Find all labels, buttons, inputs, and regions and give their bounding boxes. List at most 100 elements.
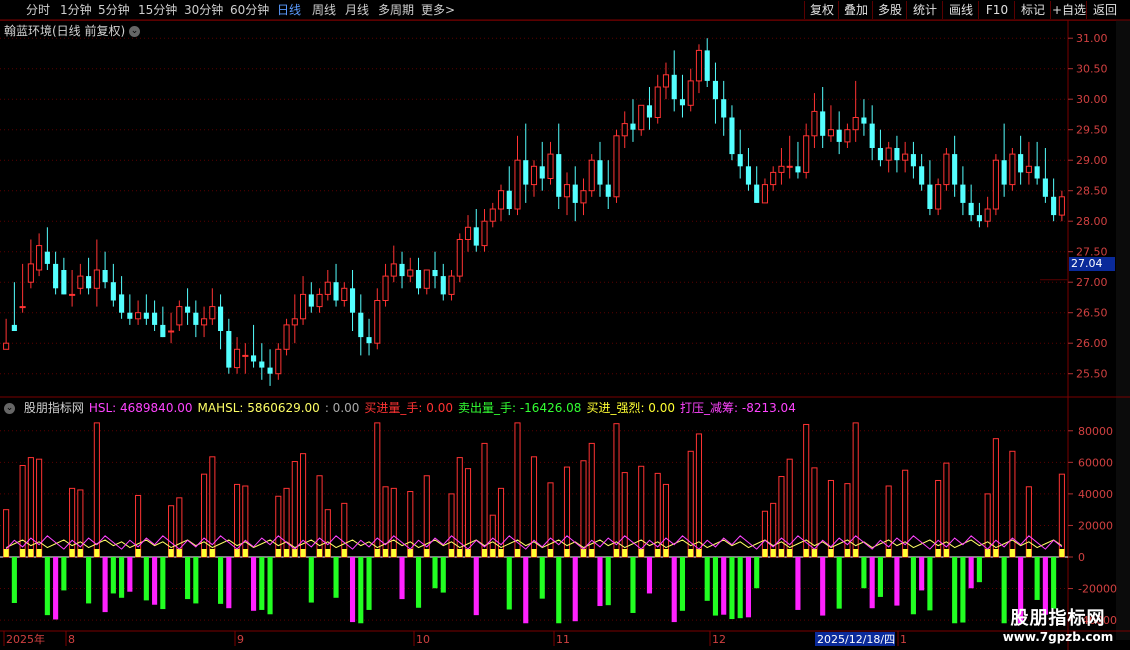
indicator-value-3: 买进量_手: 0.00 xyxy=(364,401,453,415)
volume-bar-strong xyxy=(325,549,331,557)
candle-body xyxy=(737,154,743,167)
volume-bar-sell xyxy=(1034,557,1040,600)
candle-body xyxy=(135,312,142,320)
x-axis-label: 8 xyxy=(68,633,75,646)
indicator-menu-icon[interactable]: ⌄ xyxy=(4,403,15,414)
volume-bar-buy xyxy=(514,422,521,558)
x-axis-label: 2025年 xyxy=(6,632,45,646)
candle-body xyxy=(662,74,670,88)
volume-bar-strong xyxy=(580,549,587,557)
candle-body xyxy=(721,99,727,118)
candle-body xyxy=(44,251,50,264)
candle-body xyxy=(885,147,892,161)
volume-bar-sell xyxy=(432,557,438,589)
candle-body xyxy=(201,318,208,326)
volume-bar-sell xyxy=(440,557,446,593)
volume-bar-strong xyxy=(688,549,694,557)
candle-body xyxy=(497,190,505,210)
candle-body xyxy=(299,293,307,320)
volume-bar-buy xyxy=(283,487,290,558)
volume-bar-sell xyxy=(968,557,974,589)
candle-body xyxy=(61,270,67,295)
volume-bar-buy xyxy=(803,423,810,558)
volume-bar-strong xyxy=(448,549,455,557)
volume-bar-strong xyxy=(391,549,397,557)
candle-body xyxy=(695,49,703,82)
candle-body xyxy=(852,117,859,131)
price-tick-label: 30.50 xyxy=(1076,63,1108,76)
volume-bar-strong xyxy=(424,549,430,557)
watermark-line1: 股朋指标网 xyxy=(1010,608,1106,629)
volume-bar-strong xyxy=(374,549,380,557)
volume-tick-label: 20000 xyxy=(1078,519,1113,532)
candle-body xyxy=(547,153,554,180)
chevron-down-icon[interactable]: ⌄ xyxy=(129,26,141,37)
candle-body xyxy=(646,105,653,118)
candle-body xyxy=(679,99,686,106)
candle-body xyxy=(19,306,26,309)
candle-body xyxy=(754,184,760,203)
volume-bar-buy xyxy=(448,493,455,558)
volume-bar-strong xyxy=(663,549,669,557)
candle-body xyxy=(877,148,883,161)
candle-body xyxy=(654,86,661,118)
volume-bar-sell xyxy=(820,557,826,616)
candle-body xyxy=(943,153,950,186)
volume-bar-sell xyxy=(597,557,603,607)
volume-bar-strong xyxy=(382,549,389,557)
volume-bar-sell xyxy=(605,557,611,606)
current-price-tag: 27.04 xyxy=(1069,257,1115,271)
volume-bar-strong xyxy=(935,549,941,557)
volume-bar-sell xyxy=(960,557,966,623)
price-tick-label: 26.00 xyxy=(1076,337,1108,350)
volume-bar-sell xyxy=(861,557,867,589)
candle-body xyxy=(927,184,933,209)
candle-body xyxy=(919,166,925,185)
price-tick-label: 29.50 xyxy=(1076,124,1108,137)
candle-body xyxy=(415,270,422,289)
volume-bar-sell xyxy=(1051,557,1057,609)
volume-bar-strong xyxy=(762,549,768,557)
candle-body xyxy=(795,166,801,173)
volume-bar-buy xyxy=(201,473,208,558)
candle-body xyxy=(473,227,479,246)
volume-bar-sell xyxy=(556,557,562,624)
volume-bar-sell xyxy=(795,557,801,610)
main-chart-title[interactable]: 翰蓝环境(日线 前复权) ⌄ xyxy=(4,22,141,39)
volume-bar-strong xyxy=(135,549,141,557)
volume-bar-buy xyxy=(209,456,216,558)
volume-bar-strong xyxy=(622,549,628,557)
volume-bar-sell xyxy=(86,557,92,604)
volume-bar-strong xyxy=(638,549,644,557)
candle-body xyxy=(968,202,974,216)
candle-body xyxy=(291,318,298,326)
candle-body xyxy=(786,165,793,168)
volume-bar-sell xyxy=(399,557,405,600)
volume-bar-strong xyxy=(77,549,83,557)
volume-bar-buy xyxy=(390,487,397,558)
volume-bar-strong xyxy=(407,549,413,557)
volume-bar-sell xyxy=(952,557,958,624)
volume-bar-sell xyxy=(523,557,529,624)
x-axis-label: 11 xyxy=(556,633,570,646)
volume-bar-buy xyxy=(992,438,999,558)
volume-bar-strong xyxy=(234,549,240,557)
candle-body xyxy=(77,275,84,289)
candle-body xyxy=(630,123,636,130)
volume-bar-sell xyxy=(836,557,842,609)
volume-bar-sell xyxy=(119,557,125,598)
candle-body xyxy=(218,306,224,331)
volume-bar-strong xyxy=(28,549,34,557)
volume-bar-strong xyxy=(803,549,809,557)
volume-bar-sell xyxy=(919,557,925,591)
volume-bar-sell xyxy=(877,557,883,597)
volume-bar-sell xyxy=(910,557,916,615)
volume-tick-label: 80000 xyxy=(1078,425,1113,438)
candle-body xyxy=(671,74,677,100)
candle-body xyxy=(69,293,76,296)
volume-bar-sell xyxy=(415,557,422,608)
candle-body xyxy=(267,367,273,374)
candle-body xyxy=(242,354,249,357)
volume-bar-buy xyxy=(778,476,785,558)
volume-bar-sell xyxy=(102,557,108,613)
